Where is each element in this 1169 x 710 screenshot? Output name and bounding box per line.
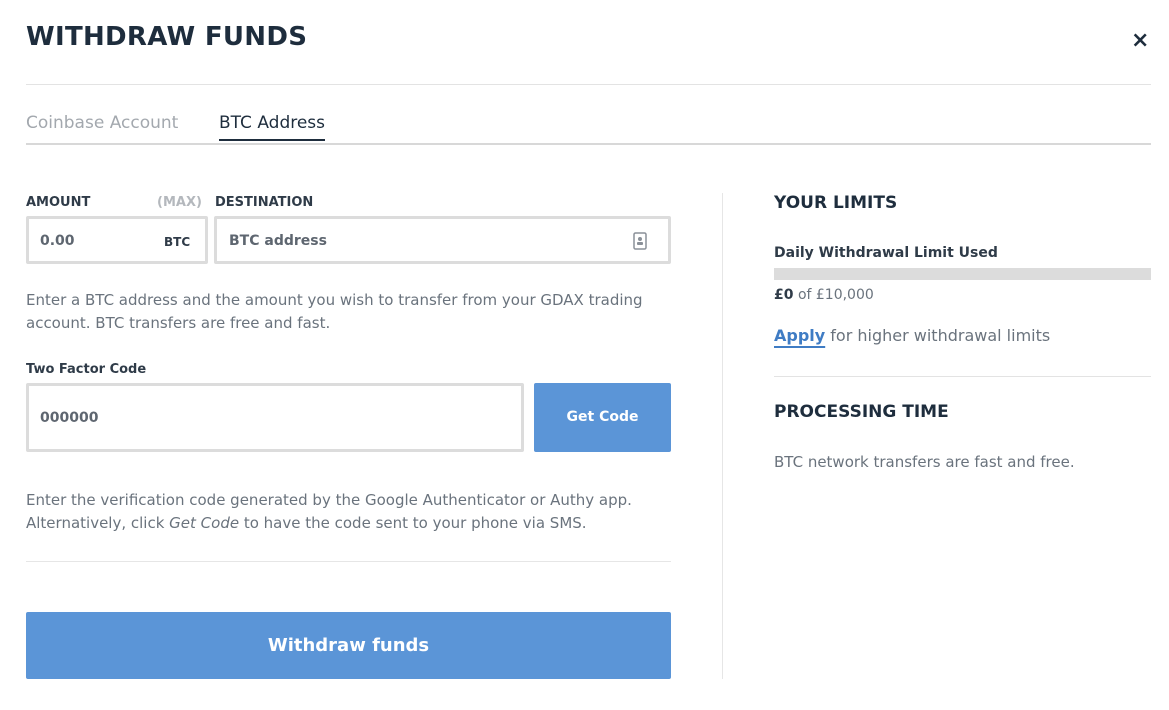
daily-limit-values: £0 of £10,000: [774, 287, 874, 303]
header-divider: [26, 84, 1151, 85]
daily-limit-used: £0: [774, 287, 794, 303]
column-divider: [722, 193, 723, 679]
verification-help-text: Enter the verification code generated by…: [26, 489, 686, 535]
destination-label: DESTINATION: [215, 195, 314, 210]
two-factor-label: Two Factor Code: [26, 362, 147, 377]
amount-unit: BTC: [164, 235, 191, 249]
limits-divider: [774, 376, 1151, 377]
verification-help-line2a: Alternatively, click: [26, 514, 170, 532]
tab-bar: Coinbase Account BTC Address: [26, 113, 1151, 145]
verification-help-line1: Enter the verification code generated by…: [26, 491, 632, 509]
tab-btc-address[interactable]: BTC Address: [219, 113, 326, 141]
destination-placeholder: BTC address: [229, 233, 327, 249]
form-divider: [26, 561, 671, 562]
daily-limit-label: Daily Withdrawal Limit Used: [774, 245, 998, 261]
max-link[interactable]: (MAX): [157, 195, 202, 210]
your-limits-heading: YOUR LIMITS: [774, 193, 898, 213]
address-book-icon[interactable]: [633, 232, 647, 254]
amount-label: AMOUNT: [26, 195, 91, 210]
apply-line: Apply for higher withdrawal limits: [774, 326, 1050, 345]
tab-coinbase-account[interactable]: Coinbase Account: [26, 113, 178, 139]
dialog-title: WITHDRAW FUNDS: [26, 22, 308, 52]
daily-limit-progress-bar: [774, 268, 1151, 280]
apply-line-text: for higher withdrawal limits: [830, 326, 1051, 345]
verification-help-get-code: Get Code: [169, 514, 240, 532]
two-factor-placeholder: 000000: [40, 410, 99, 426]
close-icon[interactable]: ×: [1131, 30, 1149, 52]
two-factor-input[interactable]: 000000: [26, 383, 524, 452]
processing-time-heading: PROCESSING TIME: [774, 402, 949, 422]
amount-input[interactable]: 0.00 BTC: [26, 216, 208, 264]
get-code-button[interactable]: Get Code: [534, 383, 671, 452]
verification-help-line2c: to have the code sent to your phone via …: [239, 514, 587, 532]
withdraw-funds-button[interactable]: Withdraw funds: [26, 612, 671, 679]
apply-link[interactable]: Apply: [774, 326, 825, 345]
destination-help-text: Enter a BTC address and the amount you w…: [26, 291, 643, 332]
daily-limit-total: of £10,000: [797, 287, 874, 303]
destination-input[interactable]: BTC address: [214, 216, 671, 264]
amount-placeholder: 0.00: [40, 233, 75, 249]
processing-time-text: BTC network transfers are fast and free.: [774, 453, 1075, 471]
